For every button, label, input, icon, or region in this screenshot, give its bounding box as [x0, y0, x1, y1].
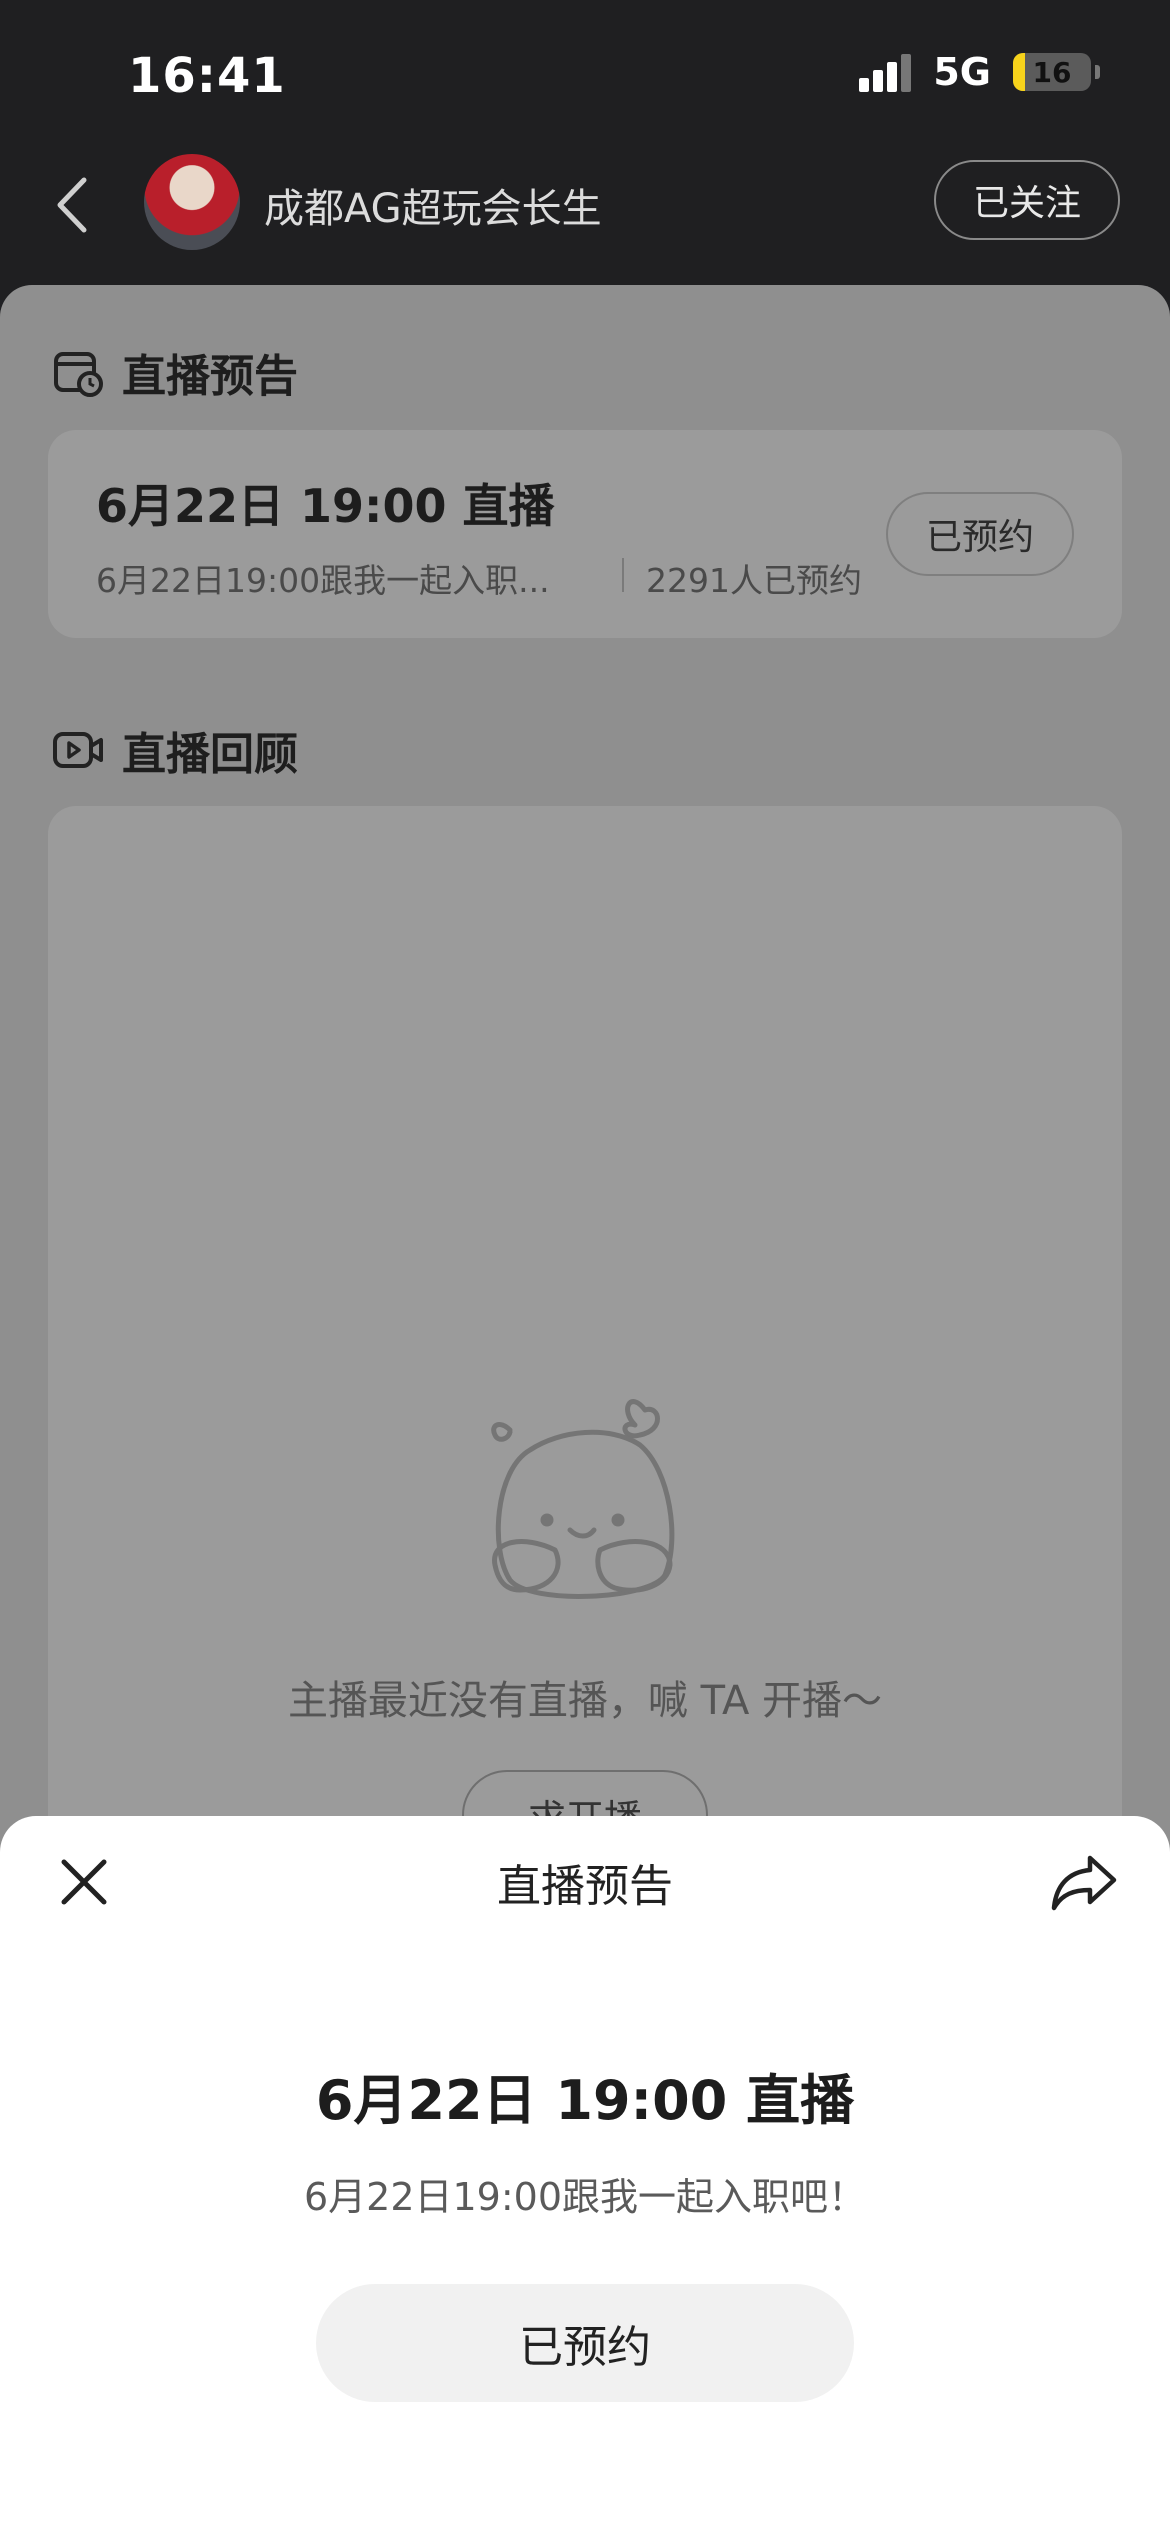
battery-level: 16 [1032, 55, 1072, 89]
empty-state-text: 主播最近没有直播，喊 TA 开播～ [287, 1678, 883, 1724]
event-subtitle: 6月22日19:00跟我一起入职吧！ [303, 2175, 867, 2219]
replay-card [48, 806, 1122, 1906]
follow-button[interactable]: 已关注 [934, 160, 1120, 240]
empty-mascot-icon [491, 1399, 675, 1599]
share-icon[interactable] [1050, 1852, 1120, 1914]
battery-icon: 16 [1013, 53, 1091, 91]
event-title: 6月22日 19:00 直播 [315, 2069, 855, 2132]
video-replay-icon [53, 732, 103, 768]
top-bar [0, 0, 1170, 300]
battery-cap [1095, 65, 1100, 79]
streamer-name[interactable]: 成都AG超玩会长生 [264, 176, 602, 234]
status-indicators: 5G 16 [859, 50, 1100, 94]
replay-section-header: 直播回顾 [52, 718, 298, 782]
calendar-clock-icon [54, 352, 103, 397]
preview-card[interactable]: 6月22日 19:00 直播 6月22日19:00跟我一起入职... 2291人… [48, 430, 1122, 638]
avatar[interactable] [144, 154, 240, 250]
status-time: 16:41 [128, 48, 286, 104]
reserved-button[interactable]: 已预约 [886, 492, 1074, 576]
preview-section-title: 直播预告 [122, 351, 298, 402]
preview-card-title: 6月22日 19:00 直播 [96, 479, 555, 533]
preview-modal: 直播预告 6月22日 19:00 直播 6月22日19:00跟我一起入职吧！ 已… [0, 1816, 1170, 2532]
back-arrow-icon[interactable] [48, 170, 98, 240]
preview-section-header: 直播预告 [52, 340, 298, 404]
modal-title: 直播预告 [497, 1861, 673, 1912]
preview-card-subtitle: 6月22日19:00跟我一起入职... [96, 561, 550, 600]
replay-section-title: 直播回顾 [122, 729, 298, 780]
signal-icon [859, 52, 912, 92]
reserved-button-large[interactable]: 已预约 [316, 2284, 854, 2402]
reservation-count: 2291人已预约 [646, 561, 862, 600]
network-type: 5G [933, 50, 991, 94]
divider [622, 558, 624, 592]
